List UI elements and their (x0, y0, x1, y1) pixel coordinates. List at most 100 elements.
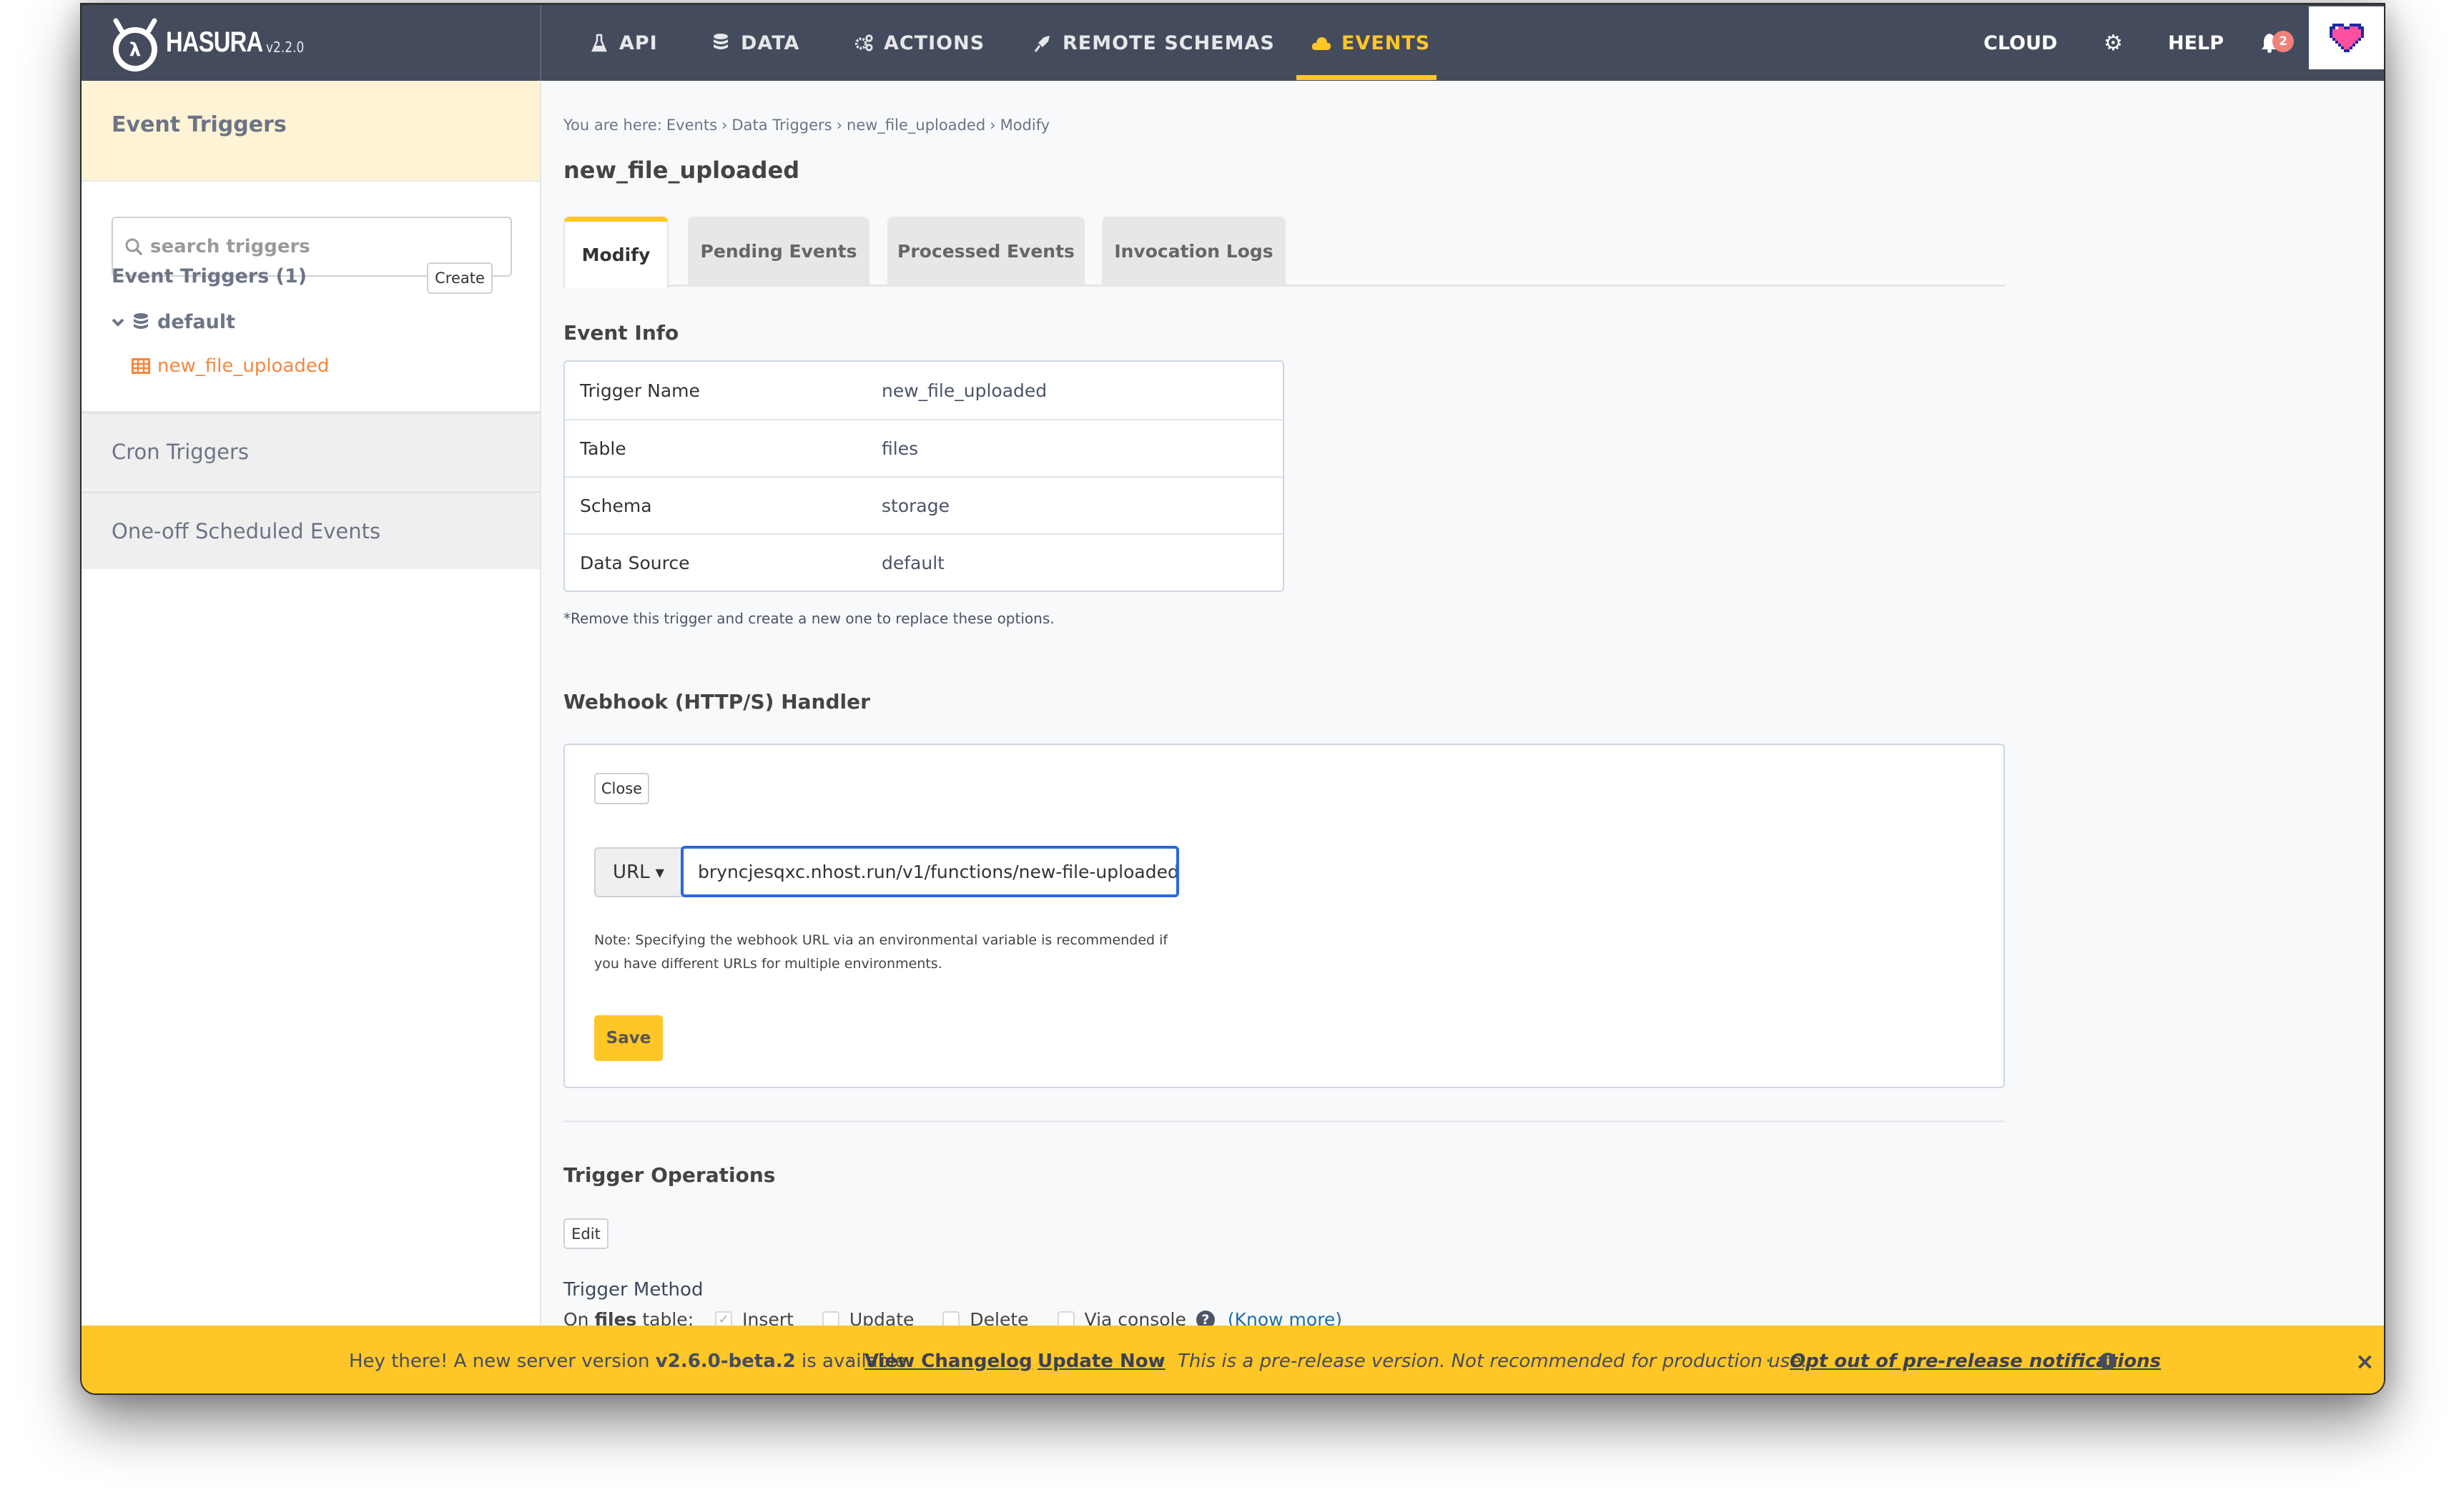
sidebar-header-title: Event Triggers (112, 112, 287, 137)
search-icon (125, 238, 142, 255)
caret-down-icon: ▼ (655, 865, 664, 879)
breadcrumb: You are here: Events › Data Triggers › new… (563, 117, 1050, 134)
breadcrumb-trigger[interactable]: new_file_uploaded (847, 117, 985, 134)
breadcrumb-modify: Modify (1000, 117, 1050, 134)
banner-separator: · (1158, 1351, 1164, 1372)
update-banner: Hey there! A new server version v2.6.0-b… (82, 1326, 2384, 1393)
row-key: Data Source (580, 552, 690, 573)
webhook-heading: Webhook (HTTP/S) Handler (563, 690, 870, 714)
tab-pending-events[interactable]: Pending Events (688, 217, 869, 286)
url-type-dropdown[interactable]: URL ▼ (594, 847, 683, 897)
create-trigger-button[interactable]: Create (427, 262, 493, 294)
save-button[interactable]: Save (594, 1015, 663, 1061)
webhook-note: Note: Specifying the webhook URL via an … (594, 932, 1168, 972)
tab-invocation-logs[interactable]: Invocation Logs (1102, 217, 1286, 286)
nav-actions[interactable]: ACTIONS (854, 5, 985, 81)
tab-modify[interactable]: Modify (563, 217, 669, 288)
edit-button[interactable]: Edit (563, 1218, 608, 1249)
heart-button[interactable] (2309, 6, 2384, 69)
breadcrumb-separator: › (990, 117, 996, 134)
breadcrumb-separator: › (836, 117, 843, 134)
url-type-label: URL (613, 862, 650, 883)
trigger-name-link: new_file_uploaded (157, 355, 330, 377)
event-info-note: *Remove this trigger and create a new on… (563, 610, 1055, 627)
database-icon (711, 33, 731, 53)
nav-help[interactable]: HELP (2168, 5, 2224, 81)
nav-cloud[interactable]: CLOUD (1983, 5, 2057, 81)
brand-name: HASURA (166, 26, 263, 58)
top-navbar: λ HASURA v2.2.0 API DATA ACTIONS REMOTE … (82, 5, 2384, 81)
page-title: new_file_uploaded (563, 157, 800, 184)
row-value: new_file_uploaded (882, 380, 1048, 401)
row-key: Table (580, 438, 626, 459)
row-key: Trigger Name (580, 380, 700, 401)
nav-api[interactable]: API (589, 5, 658, 81)
hasura-logo-icon: λ (113, 18, 157, 71)
main-content: You are here: Events › Data Triggers › new… (543, 81, 2384, 1330)
row-value: files (882, 438, 919, 459)
row-key: Schema (580, 495, 652, 516)
section-divider (563, 1120, 2005, 1122)
view-changelog-link[interactable]: View Changelog (864, 1351, 1033, 1372)
nav-api-label: API (619, 31, 658, 54)
svg-text:λ: λ (129, 39, 141, 61)
prerelease-note: This is a pre-release version. Not recom… (1178, 1351, 1808, 1372)
tab-processed-events[interactable]: Processed Events (887, 217, 1085, 286)
webhook-url-input[interactable] (681, 846, 1179, 897)
nav-data[interactable]: DATA (711, 5, 799, 81)
breadcrumb-events[interactable]: Events (666, 117, 717, 134)
active-tab-indicator (1296, 75, 1436, 80)
update-now-link[interactable]: Update Now (1038, 1351, 1166, 1372)
sidebar-header[interactable]: Event Triggers (82, 81, 540, 182)
plug-icon (1033, 33, 1053, 53)
event-info-table: Trigger Name new_file_uploaded Table fil… (563, 360, 1284, 592)
breadcrumb-data-triggers[interactable]: Data Triggers (731, 117, 832, 134)
trigger-operations-heading: Trigger Operations (563, 1163, 776, 1187)
heart-icon (2330, 24, 2364, 52)
table-row: Trigger Name new_file_uploaded (565, 362, 1283, 419)
trigger-method-label: Trigger Method (563, 1279, 704, 1301)
search-triggers-input[interactable] (150, 236, 493, 257)
database-tree-item[interactable]: default (112, 311, 235, 333)
settings-button[interactable]: ⚙ (2104, 5, 2123, 81)
nav-events[interactable]: EVENTS (1311, 5, 1430, 81)
notifications-button[interactable]: 2 (2261, 5, 2304, 81)
version-label: v2.2.0 (266, 39, 305, 56)
breadcrumb-separator: › (721, 117, 728, 134)
notification-count-badge: 2 (2272, 31, 2294, 52)
row-value: storage (882, 495, 950, 516)
close-button[interactable]: Close (594, 773, 649, 804)
breadcrumb-prefix: You are here: (563, 117, 662, 134)
nav-events-label: EVENTS (1341, 31, 1431, 54)
row-value: default (882, 552, 945, 573)
table-row: Table files (565, 419, 1283, 476)
browser-window: λ HASURA v2.2.0 API DATA ACTIONS REMOTE … (80, 3, 2385, 1395)
table-icon (132, 358, 150, 374)
gear-icon: ⚙ (2104, 30, 2123, 56)
info-icon[interactable]: i (2099, 1353, 2116, 1370)
sidebar-item-one-off-scheduled-events[interactable]: One-off Scheduled Events (82, 490, 540, 569)
chevron-down-icon (112, 318, 124, 327)
event-triggers-count: Event Triggers (1) (112, 265, 307, 287)
sidebar-item-cron-triggers[interactable]: Cron Triggers (82, 411, 540, 490)
flask-icon (589, 33, 609, 53)
webhook-editor: Close URL ▼ Note: Specifying the webhook… (563, 744, 2005, 1088)
cogs-icon (854, 33, 874, 53)
cloud-icon (1311, 33, 1331, 53)
banner-separator: · (1018, 1351, 1025, 1372)
banner-separator: · (1765, 1351, 1772, 1372)
tabs: Modify Pending Events Processed Events I… (563, 217, 2005, 288)
database-icon (134, 312, 148, 329)
sidebar: Event Triggers Event Triggers (1) Create… (82, 81, 541, 1368)
brand[interactable]: λ HASURA v2.2.0 (82, 5, 541, 81)
nav-data-label: DATA (741, 31, 800, 54)
banner-text-prefix: Hey there! A new server version (349, 1351, 650, 1372)
nav-remote-schemas-label: REMOTE SCHEMAS (1063, 31, 1275, 54)
table-row: Data Source default (565, 533, 1283, 591)
nav-remote-schemas[interactable]: REMOTE SCHEMAS (1033, 5, 1275, 81)
banner-message: Hey there! A new server version v2.6.0-b… (349, 1351, 906, 1372)
close-banner-icon[interactable]: × (2355, 1348, 2375, 1375)
sidebar-trigger-item[interactable]: new_file_uploaded (132, 355, 329, 377)
event-info-heading: Event Info (563, 321, 679, 345)
nav-actions-label: ACTIONS (884, 31, 985, 54)
